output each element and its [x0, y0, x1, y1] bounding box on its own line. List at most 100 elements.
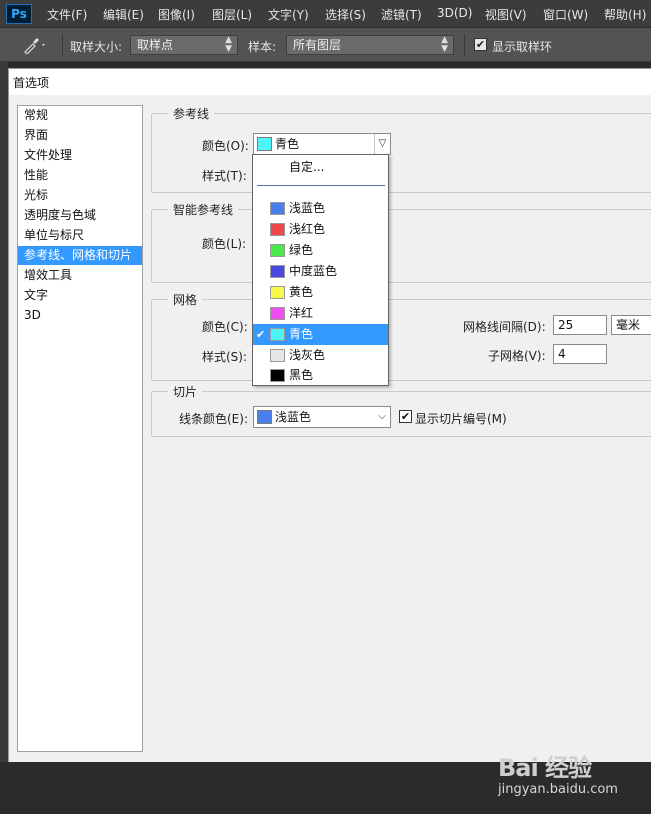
workspace-edge — [0, 62, 8, 814]
options-bar: 取样大小: 取样点 ▲ ▼ 样本: 所有图层 ▲ ▼ ✔ 显示取样环 — [0, 28, 651, 62]
grid-legend: 网格 — [168, 291, 203, 308]
category-3d[interactable]: 3D — [18, 306, 142, 325]
dropdown-option-label: 浅灰色 — [289, 348, 326, 362]
category-plugins[interactable]: 增效工具 — [18, 266, 142, 285]
dropdown-option-black[interactable]: 黑色 — [253, 365, 388, 386]
updown-arrow-icon: ▲ ▼ — [225, 35, 232, 54]
light-red-swatch-icon — [270, 223, 285, 236]
guides-color-select[interactable]: 青色 ▽ — [253, 133, 391, 155]
guides-color-value: 青色 — [275, 137, 300, 151]
gridline-every-label: 网格线间隔(D): — [463, 320, 546, 334]
grid-unit-select[interactable]: 毫米 — [611, 315, 651, 335]
category-interface[interactable]: 界面 — [18, 126, 142, 145]
menu-help[interactable]: 帮助(H) — [604, 6, 646, 23]
light-gray-swatch-icon — [270, 349, 285, 362]
category-cursors[interactable]: 光标 — [18, 186, 142, 205]
category-guides-grid-slices[interactable]: 参考线、网格和切片 — [18, 246, 142, 265]
light-blue-swatch-icon — [270, 202, 285, 215]
category-units-rulers[interactable]: 单位与标尺 — [18, 226, 142, 245]
photoshop-logo: Ps — [6, 4, 32, 24]
baidu-jingyan-watermark: Bai 经验 jingyan.baidu.com — [498, 748, 648, 804]
chevron-down-icon: ▽ — [374, 134, 390, 154]
dialog-title: 首选项 — [13, 76, 50, 90]
guides-legend: 参考线 — [168, 105, 215, 122]
sample-size-label: 取样大小: — [70, 40, 123, 54]
category-transparency-gamut[interactable]: 透明度与色域 — [18, 206, 142, 225]
updown-arrow-icon: ▲ ▼ — [441, 35, 448, 54]
dropdown-option-label: 浅红色 — [289, 222, 326, 236]
cyan-swatch-icon — [257, 137, 272, 151]
dropdown-option-light-red[interactable]: 浅红色 — [253, 219, 388, 240]
menu-edit[interactable]: 编辑(E) — [103, 6, 144, 23]
grid-style-label: 样式(S): — [202, 350, 248, 364]
category-file-handling[interactable]: 文件处理 — [18, 146, 142, 165]
dropdown-option-light-blue[interactable]: 浅蓝色 — [253, 198, 388, 219]
gridline-every-input[interactable]: 25 — [553, 315, 607, 335]
category-type[interactable]: 文字 — [18, 286, 142, 305]
sample-select[interactable]: 所有图层 ▲ ▼ — [286, 35, 454, 55]
menu-3d[interactable]: 3D(D) — [437, 6, 472, 20]
chevron-down-icon: ⌵ — [378, 411, 386, 422]
watermark-url: jingyan.baidu.com — [498, 782, 618, 797]
slice-line-color-label: 线条颜色(E): — [179, 412, 248, 426]
smart-guides-color-label: 颜色(L): — [202, 237, 247, 251]
guides-style-label: 样式(T): — [202, 169, 247, 183]
dropdown-option-label: 浅蓝色 — [289, 201, 326, 215]
show-slice-numbers-checkbox[interactable]: ✔ — [399, 410, 412, 423]
dropdown-option-label: 黑色 — [289, 368, 314, 382]
watermark-logo: Bai 经验 — [498, 754, 592, 782]
menu-filter[interactable]: 滤镜(T) — [381, 6, 422, 23]
menu-view[interactable]: 视图(V) — [485, 6, 527, 23]
sample-size-value: 取样点 — [137, 38, 174, 52]
eyedropper-icon[interactable] — [22, 36, 46, 55]
show-slice-numbers-label: 显示切片编号(M) — [415, 412, 507, 426]
dropdown-option-label: 青色 — [289, 327, 314, 341]
magenta-swatch-icon — [270, 307, 285, 320]
dropdown-option-yellow[interactable]: 黄色 — [253, 282, 388, 303]
dropdown-option-label: 绿色 — [289, 243, 314, 257]
category-list[interactable]: 常规 界面 文件处理 性能 光标 透明度与色域 单位与标尺 参考线、网格和切片 … — [17, 105, 143, 752]
dropdown-option-cyan[interactable]: ✔ 青色 — [253, 324, 388, 345]
dropdown-custom-option[interactable]: 自定... — [289, 158, 324, 175]
slice-line-color-value: 浅蓝色 — [275, 410, 312, 424]
dropdown-option-label: 中度蓝色 — [289, 264, 338, 278]
dropdown-option-label: 黄色 — [289, 285, 314, 299]
dropdown-option-medium-blue[interactable]: 中度蓝色 — [253, 261, 388, 282]
cyan-swatch-icon — [270, 328, 285, 341]
show-ring-label: 显示取样环 — [492, 40, 553, 54]
color-dropdown-list[interactable]: 自定... 浅蓝色 浅红色 绿色 中度蓝色 黄色 洋红 ✔ 青色 浅灰色 黑色 — [252, 154, 389, 386]
menu-layer[interactable]: 图层(L) — [212, 6, 252, 23]
sample-size-select[interactable]: 取样点 ▲ ▼ — [130, 35, 238, 55]
menu-type[interactable]: 文字(Y) — [268, 6, 309, 23]
show-ring-checkbox[interactable]: ✔ — [474, 38, 487, 51]
yellow-swatch-icon — [270, 286, 285, 299]
green-swatch-icon — [270, 244, 285, 257]
menu-file[interactable]: 文件(F) — [47, 6, 87, 23]
category-general[interactable]: 常规 — [18, 106, 142, 125]
dropdown-divider — [257, 185, 385, 186]
black-swatch-icon — [270, 369, 285, 382]
menu-image[interactable]: 图像(I) — [158, 6, 195, 23]
slice-line-color-select[interactable]: 浅蓝色 ⌵ — [253, 406, 391, 428]
subdivisions-input[interactable]: 4 — [553, 344, 607, 364]
sample-value: 所有图层 — [293, 38, 342, 52]
separator — [464, 34, 465, 56]
sample-label: 样本: — [248, 40, 277, 54]
guides-color-label: 颜色(O): — [202, 139, 249, 153]
subdivisions-label: 子网格(V): — [488, 349, 546, 363]
dialog-titlebar: 首选项 — [9, 69, 651, 95]
dropdown-option-label: 洋红 — [289, 306, 314, 320]
checkmark-icon: ✔ — [256, 328, 266, 341]
dropdown-option-green[interactable]: 绿色 — [253, 240, 388, 261]
separator — [62, 34, 63, 56]
menu-bar: Ps 文件(F) 编辑(E) 图像(I) 图层(L) 文字(Y) 选择(S) 滤… — [0, 0, 651, 28]
grid-color-label: 颜色(C): — [202, 320, 248, 334]
medium-blue-swatch-icon — [270, 265, 285, 278]
category-performance[interactable]: 性能 — [18, 166, 142, 185]
menu-select[interactable]: 选择(S) — [325, 6, 366, 23]
grid-group: 网格 — [151, 291, 651, 381]
dropdown-option-magenta[interactable]: 洋红 — [253, 303, 388, 324]
light-blue-swatch-icon — [257, 410, 272, 424]
menu-window[interactable]: 窗口(W) — [543, 6, 588, 23]
dropdown-option-light-gray[interactable]: 浅灰色 — [253, 345, 388, 366]
